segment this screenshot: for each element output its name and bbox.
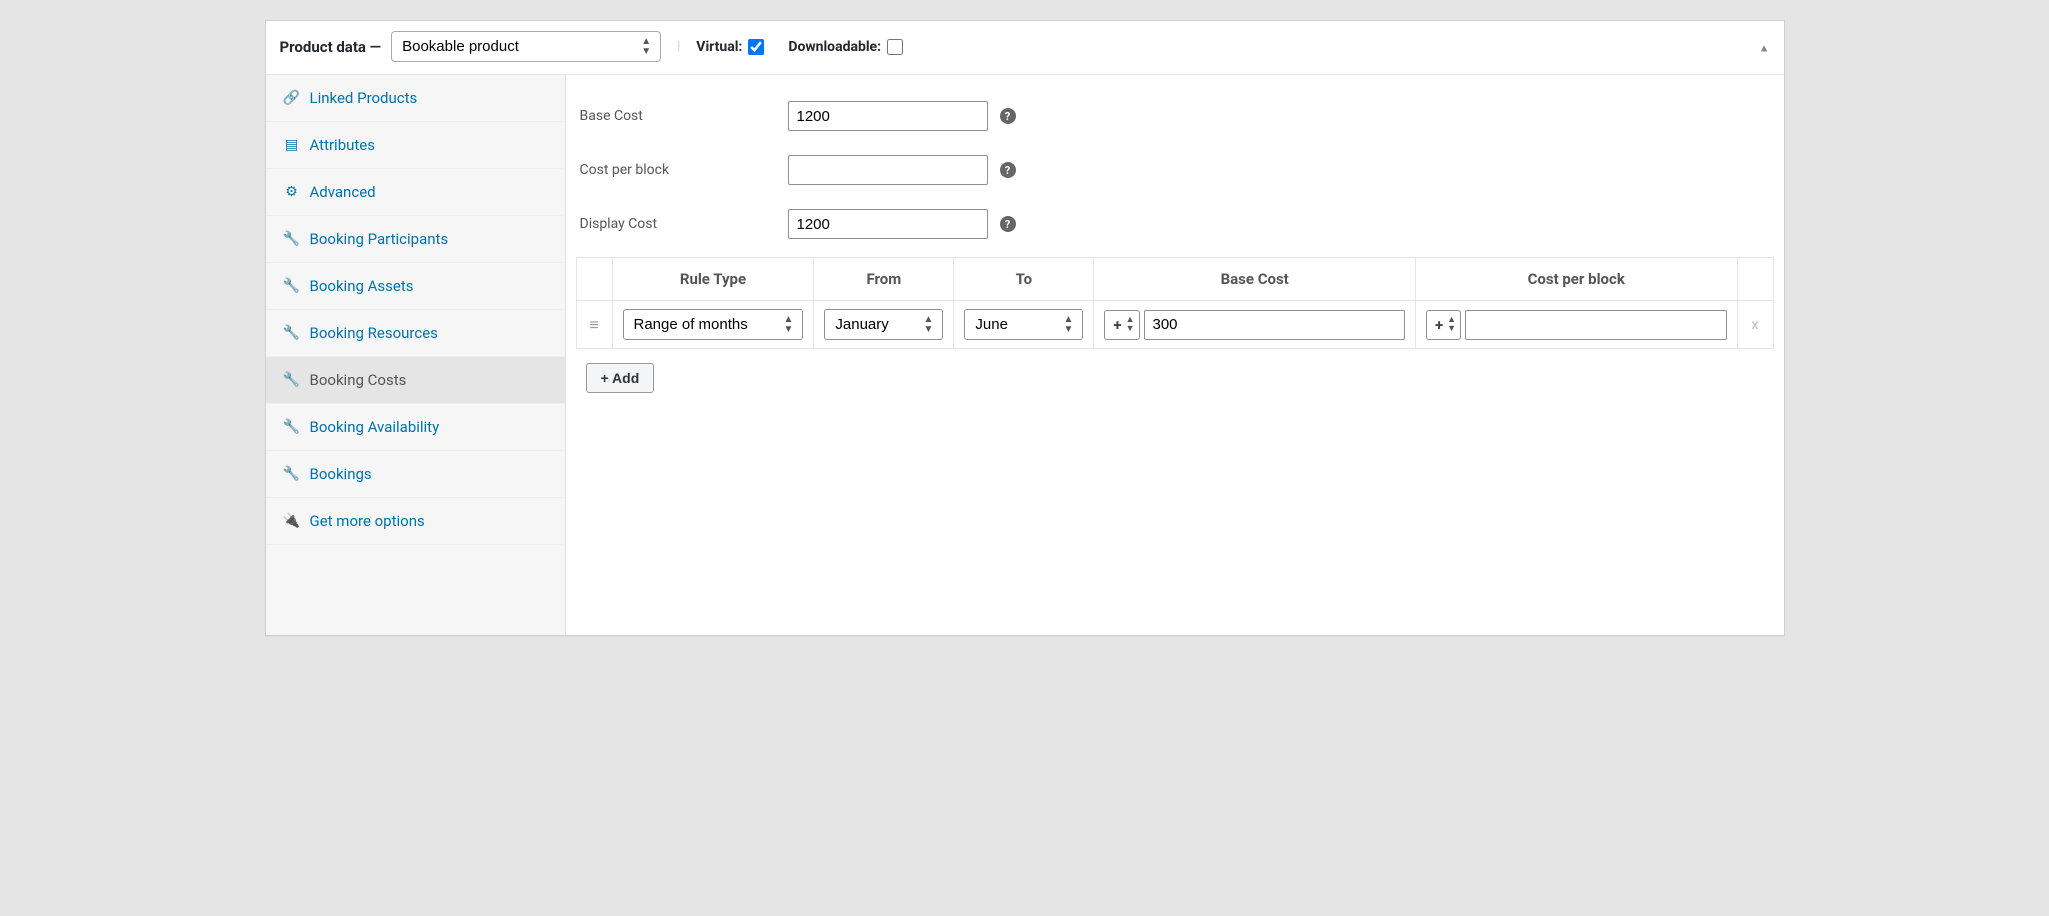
product-type-select-wrap: Bookable product ▲▼ (391, 31, 661, 62)
sidebar-item-label: Booking Assets (310, 277, 414, 295)
col-cost-per-block: Cost per block (1415, 258, 1737, 301)
rule-type-select[interactable]: Range of months (623, 309, 804, 340)
to-select[interactable]: June (964, 309, 1083, 340)
sidebar-item-booking-assets[interactable]: 🔧 Booking Assets (266, 263, 565, 310)
from-select[interactable]: January (824, 309, 943, 340)
list-icon: ▤ (284, 137, 300, 153)
content-pane: Base Cost ? Cost per block ? Display Cos… (566, 75, 1784, 635)
base-cost-input[interactable] (788, 101, 988, 131)
help-icon[interactable]: ? (1000, 216, 1016, 232)
sidebar: 🔗 Linked Products ▤ Attributes ⚙ Advance… (266, 75, 566, 635)
sidebar-item-advanced[interactable]: ⚙ Advanced (266, 169, 565, 216)
col-from: From (814, 258, 954, 301)
product-data-panel: Product data — Bookable product ▲▼ | Vir… (265, 20, 1785, 636)
help-icon[interactable]: ? (1000, 162, 1016, 178)
sidebar-item-label: Linked Products (310, 89, 418, 107)
display-cost-input[interactable] (788, 209, 988, 239)
col-to: To (954, 258, 1094, 301)
sidebar-item-booking-availability[interactable]: 🔧 Booking Availability (266, 404, 565, 451)
panel-title: Product data — (280, 38, 382, 56)
sidebar-item-booking-participants[interactable]: 🔧 Booking Participants (266, 216, 565, 263)
cost-per-block-input[interactable] (788, 155, 988, 185)
downloadable-label: Downloadable: (788, 39, 881, 55)
rules-table: Rule Type From To Base Cost Cost per blo… (576, 257, 1774, 349)
help-icon[interactable]: ? (1000, 108, 1016, 124)
cost-per-block-row: Cost per block ? (576, 143, 1774, 197)
drag-handle-icon[interactable]: ≡ (576, 301, 612, 349)
col-base-cost: Base Cost (1094, 258, 1416, 301)
wrench-icon: 🔧 (284, 325, 300, 341)
base-cost-label: Base Cost (580, 108, 776, 124)
gear-icon: ⚙ (284, 184, 300, 200)
sidebar-item-linked-products[interactable]: 🔗 Linked Products (266, 75, 565, 122)
cell-rule-type: Range of months ▲▼ (612, 301, 814, 349)
sidebar-item-label: Booking Availability (310, 418, 440, 436)
op-sign: + (1431, 316, 1447, 334)
sidebar-item-bookings[interactable]: 🔧 Bookings (266, 451, 565, 498)
op-sign: + (1109, 316, 1125, 334)
wrench-icon: 🔧 (284, 231, 300, 247)
col-drag (576, 258, 612, 301)
base-cost-row: Base Cost ? (576, 89, 1774, 143)
row-base-cost-input[interactable] (1144, 310, 1405, 340)
cell-cost-per-block: + ▲▼ (1415, 301, 1737, 349)
cell-base-cost: + ▲▼ (1094, 301, 1416, 349)
downloadable-checkbox-group[interactable]: Downloadable: (788, 39, 903, 55)
table-row: ≡ Range of months ▲▼ (576, 301, 1773, 349)
base-cost-op-stepper[interactable]: + ▲▼ (1104, 310, 1139, 340)
wrench-icon: 🔧 (284, 278, 300, 294)
divider: | (677, 39, 680, 54)
sidebar-item-label: Booking Participants (310, 230, 449, 248)
sidebar-item-booking-resources[interactable]: 🔧 Booking Resources (266, 310, 565, 357)
sidebar-item-label: Booking Costs (310, 371, 407, 389)
sidebar-item-attributes[interactable]: ▤ Attributes (266, 122, 565, 169)
panel-header: Product data — Bookable product ▲▼ | Vir… (266, 21, 1784, 75)
virtual-checkbox-group[interactable]: Virtual: (696, 39, 764, 55)
col-rule-type: Rule Type (612, 258, 814, 301)
plugin-icon: 🔌 (284, 513, 300, 529)
add-row-container: + Add (576, 349, 1774, 407)
virtual-checkbox[interactable] (748, 39, 764, 55)
row-cost-per-block-input[interactable] (1465, 310, 1726, 340)
display-cost-label: Display Cost (580, 216, 776, 232)
link-icon: 🔗 (284, 90, 300, 106)
panel-body: 🔗 Linked Products ▤ Attributes ⚙ Advance… (266, 75, 1784, 635)
virtual-label: Virtual: (696, 39, 742, 55)
downloadable-checkbox[interactable] (887, 39, 903, 55)
cost-per-block-op-stepper[interactable]: + ▲▼ (1426, 310, 1461, 340)
col-remove (1737, 258, 1773, 301)
stepper-caret-icon: ▲▼ (1447, 316, 1456, 334)
cell-from: January ▲▼ (814, 301, 954, 349)
wrench-icon: 🔧 (284, 372, 300, 388)
table-header-row: Rule Type From To Base Cost Cost per blo… (576, 258, 1773, 301)
sidebar-item-label: Attributes (310, 136, 376, 154)
sidebar-item-label: Advanced (310, 183, 376, 201)
sidebar-item-get-more-options[interactable]: 🔌 Get more options (266, 498, 565, 545)
display-cost-row: Display Cost ? (576, 197, 1774, 251)
stepper-caret-icon: ▲▼ (1126, 316, 1135, 334)
remove-row-button[interactable]: x (1737, 301, 1773, 349)
collapse-toggle-icon[interactable]: ▲ (1759, 41, 1770, 54)
cost-per-block-label: Cost per block (580, 162, 776, 178)
sidebar-item-booking-costs[interactable]: 🔧 Booking Costs (266, 357, 565, 404)
product-type-select[interactable]: Bookable product (391, 31, 661, 62)
cell-to: June ▲▼ (954, 301, 1094, 349)
add-rule-button[interactable]: + Add (586, 363, 655, 393)
wrench-icon: 🔧 (284, 466, 300, 482)
sidebar-item-label: Booking Resources (310, 324, 438, 342)
sidebar-item-label: Bookings (310, 465, 372, 483)
sidebar-item-label: Get more options (310, 512, 425, 530)
wrench-icon: 🔧 (284, 419, 300, 435)
